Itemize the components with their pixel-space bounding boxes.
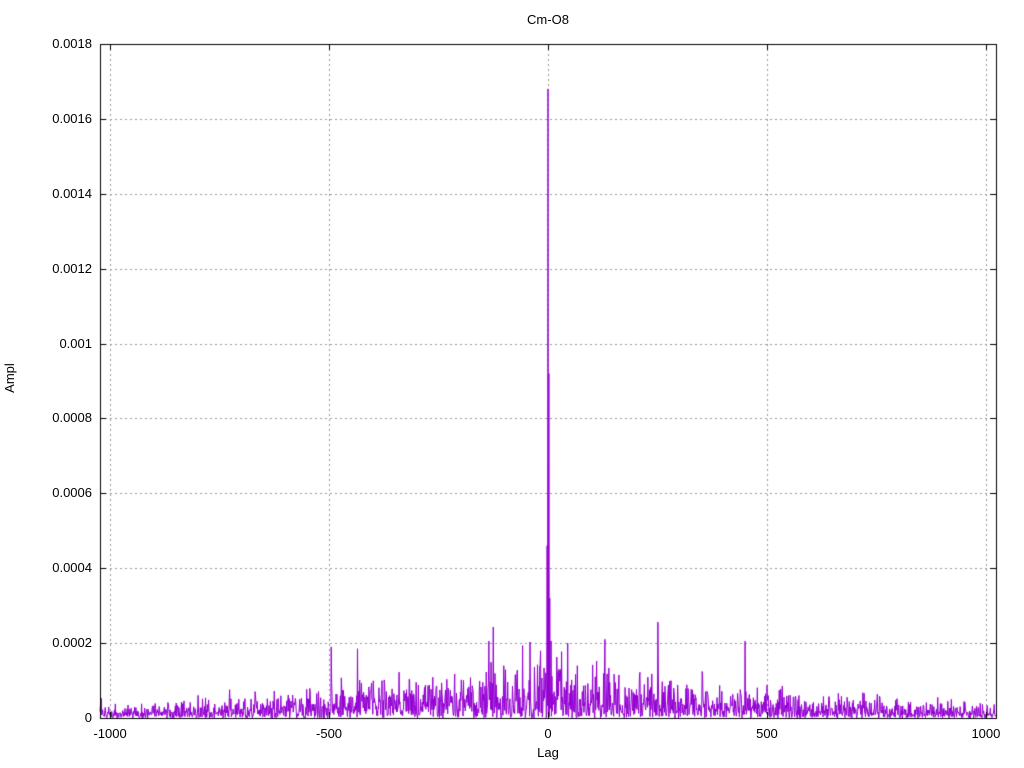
y-tick-label: 0.0008: [52, 410, 92, 426]
x-tick-label: -1000: [93, 726, 127, 741]
y-tick-label: 0.0014: [52, 185, 92, 201]
y-tick-label: 0: [84, 710, 92, 725]
y-tick-label: 0.0006: [52, 485, 92, 501]
y-tick-label: 0.0002: [52, 635, 92, 651]
x-axis-label: Lag: [537, 745, 559, 760]
y-tick-label: 0.0012: [52, 260, 92, 276]
y-axis-label: Ampl: [2, 363, 17, 393]
chart-title: Cm-O8: [527, 12, 569, 27]
x-tick-label: 0: [544, 726, 552, 741]
gnuplot-chart-window: Cm-O8 Ampl Lag 0 0.0002 0.0004 0.0006 0.0008…: [0, 0, 1024, 768]
y-tick-label: 0.0018: [52, 36, 92, 51]
x-tick-label: -500: [316, 726, 343, 741]
chart-canvas: [0, 0, 1024, 768]
y-tick-label: 0.001: [59, 335, 92, 351]
x-tick-label: 1000: [971, 726, 1001, 741]
y-tick-label: 0.0004: [52, 560, 92, 576]
y-tick-label: 0.0016: [52, 110, 92, 126]
x-tick-label: 500: [756, 726, 778, 741]
